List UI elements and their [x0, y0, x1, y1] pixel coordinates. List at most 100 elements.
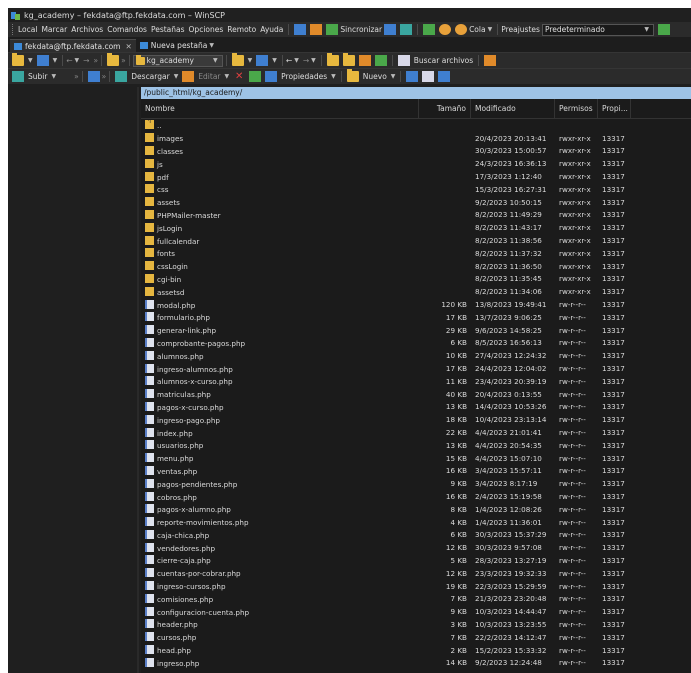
file-row[interactable]: cursos.php 7 KB 22/2/2023 14:12:47 rw-r--r-… — [141, 631, 691, 644]
file-row[interactable]: cgi-bin 8/2/2023 11:35:45 rwxr-xr-x 13317 — [141, 273, 691, 286]
compare-directories-icon[interactable] — [294, 24, 307, 35]
file-row[interactable]: cssLogin 8/2/2023 11:36:50 rwxr-xr-x 13317 — [141, 260, 691, 273]
chevron-down-icon[interactable]: ▼ — [331, 73, 336, 80]
remote-path-bar[interactable]: /public_html/kg_academy/ — [141, 87, 691, 99]
forward-icon[interactable]: → — [83, 56, 89, 65]
file-row[interactable]: ingreso-alumnos.php 17 KB 24/4/2023 12:04:… — [141, 362, 691, 375]
find-files-icon[interactable] — [397, 55, 410, 66]
remote-parent-directory-icon[interactable] — [326, 53, 339, 66]
local-folder-icon[interactable] — [12, 53, 24, 66]
chevron-down-icon[interactable]: ▼ — [174, 73, 179, 80]
file-row[interactable]: matriculas.php 40 KB 20/4/2023 0:13:55 rw-r… — [141, 388, 691, 401]
remote-filter-icon[interactable] — [256, 55, 269, 66]
chevron-down-icon[interactable]: ▼ — [311, 57, 316, 64]
column-header-size[interactable]: Tamaño — [419, 99, 471, 119]
open-directory-icon[interactable] — [231, 53, 244, 66]
file-row[interactable]: ingreso.php 14 KB 9/2/2023 12:24:48 rw-r--r… — [141, 656, 691, 669]
column-header-name[interactable]: Nombre — [141, 99, 419, 119]
refresh-icon[interactable] — [374, 55, 387, 66]
edit-button[interactable]: Editar — [198, 72, 220, 81]
file-row[interactable]: pdf 17/3/2023 1:12:40 rwxr-xr-x 13317 — [141, 170, 691, 183]
preferences-gear-icon[interactable] — [439, 24, 452, 35]
parent-directory-icon[interactable] — [107, 53, 120, 66]
file-row[interactable]: pagos-x-curso.php 13 KB 14/4/2023 10:53:26… — [141, 401, 691, 414]
menu-marcar[interactable]: Marcar — [39, 25, 69, 34]
home-icon[interactable] — [358, 55, 371, 66]
file-row[interactable]: cuentas-por-cobrar.php 12 KB 23/3/2023 19:… — [141, 567, 691, 580]
local-panel[interactable] — [8, 87, 139, 673]
file-row[interactable]: cobros.php 16 KB 2/4/2023 15:19:58 rw-r--r-… — [141, 490, 691, 503]
file-row[interactable]: ingreso-pago.php 18 KB 10/4/2023 23:13:14 r… — [141, 413, 691, 426]
more-icon[interactable]: » — [102, 72, 107, 81]
file-row[interactable]: comprobante-pagos.php 6 KB 8/5/2023 16:56:… — [141, 337, 691, 350]
file-row[interactable]: menu.php 15 KB 4/4/2023 15:07:10 rw-r--r-- 1… — [141, 452, 691, 465]
properties-button[interactable]: Propiedades — [281, 72, 327, 81]
remote-directory-select[interactable]: kg_academy ▼ — [132, 54, 223, 67]
menu-pestanas[interactable]: Pestañas — [149, 25, 187, 34]
file-row[interactable]: formulario.php 17 KB 13/7/2023 9:06:25 rw-r… — [141, 311, 691, 324]
file-row[interactable]: assetsd 8/2/2023 11:34:06 rwxr-xr-x 13317 — [141, 285, 691, 298]
tree-view-icon[interactable] — [484, 55, 497, 66]
console-icon[interactable] — [423, 24, 436, 35]
file-row[interactable]: images 20/4/2023 20:13:41 rwxr-xr-x 13317 — [141, 132, 691, 145]
chevron-down-icon[interactable]: ▼ — [225, 73, 230, 80]
new-button[interactable]: Nuevo — [363, 72, 387, 81]
tab-session-fekdata[interactable]: fekdata@ftp.fekdata.com ✕ — [10, 39, 136, 52]
file-row[interactable]: usuarios.php 13 KB 4/4/2023 20:54:35 rw-r--… — [141, 439, 691, 452]
file-row[interactable]: assets 9/2/2023 10:50:15 rwxr-xr-x 13317 — [141, 196, 691, 209]
queue-icon[interactable] — [455, 24, 468, 35]
more-icon[interactable]: » — [74, 72, 79, 81]
rename-icon[interactable] — [249, 71, 262, 82]
file-row[interactable]: modal.php 120 KB 13/8/2023 19:49:41 rw-r--r… — [141, 298, 691, 311]
deselect-icon[interactable] — [422, 71, 435, 82]
file-row[interactable]: alumnos-x-curso.php 11 KB 23/4/2023 20:39:… — [141, 375, 691, 388]
file-row[interactable]: ventas.php 16 KB 3/4/2023 15:57:11 rw-r--r-… — [141, 465, 691, 478]
menu-remoto[interactable]: Remoto — [225, 25, 258, 34]
remote-forward-icon[interactable]: → — [303, 56, 309, 65]
filter-icon[interactable] — [36, 55, 49, 66]
chevron-down-icon[interactable]: ▼ — [51, 73, 56, 80]
open-terminal-icon[interactable] — [400, 24, 413, 35]
tab-new-session[interactable]: Nueva pestaña ▼ — [136, 39, 220, 52]
transfer-preset-select[interactable]: Predeterminado ▼ — [541, 23, 654, 36]
chevron-down-icon[interactable]: ▼ — [53, 57, 58, 64]
chevron-down-icon[interactable]: ▼ — [272, 57, 277, 64]
chevron-down-icon[interactable]: ▼ — [209, 42, 214, 49]
download-icon[interactable] — [115, 71, 128, 82]
column-header-modified[interactable]: Modificado — [471, 99, 555, 119]
remote-file-list[interactable]: Nombre Tamaño Modificado Permisos Propi.… — [141, 99, 691, 673]
file-row[interactable]: cierre-caja.php 5 KB 28/3/2023 13:27:19 rw-… — [141, 554, 691, 567]
column-header-owner[interactable]: Propi... — [598, 99, 631, 119]
properties-icon[interactable] — [265, 71, 278, 82]
file-row[interactable]: PHPMailer-master 8/2/2023 11:49:29 rwxr-xr… — [141, 209, 691, 222]
synchronize-browsing-icon[interactable] — [310, 24, 323, 35]
synchronize-button[interactable]: Sincronizar — [340, 25, 382, 34]
file-row[interactable]: ingreso-cursos.php 19 KB 22/3/2023 15:29:5… — [141, 580, 691, 593]
remote-back-icon[interactable]: ← — [286, 56, 292, 65]
file-row[interactable]: fonts 8/2/2023 11:37:32 rwxr-xr-x 13317 — [141, 247, 691, 260]
upload-icon[interactable] — [12, 71, 24, 82]
file-row[interactable]: head.php 2 KB 15/2/2023 15:33:32 rw-r--r-- 1… — [141, 644, 691, 657]
chevron-down-icon[interactable]: ▼ — [28, 57, 33, 64]
file-row[interactable]: index.php 22 KB 4/4/2023 21:01:41 rw-r--r--… — [141, 426, 691, 439]
menu-comandos[interactable]: Comandos — [105, 25, 149, 34]
find-files-button[interactable]: Buscar archivos — [414, 56, 473, 65]
more-icon[interactable]: » — [93, 56, 98, 65]
menu-archivos[interactable]: Archivos — [69, 25, 105, 34]
queue-dropdown-arrow-icon[interactable]: ▼ — [488, 26, 493, 33]
file-row[interactable]: js 24/3/2023 16:36:13 rwxr-xr-x 13317 — [141, 157, 691, 170]
file-row[interactable]: comisiones.php 7 KB 21/3/2023 23:20:48 rw-r… — [141, 592, 691, 605]
menu-ayuda[interactable]: Ayuda — [258, 25, 285, 34]
new-local-icon[interactable] — [87, 71, 100, 82]
keep-remote-up-to-date-icon[interactable] — [384, 24, 397, 35]
menu-local[interactable]: Local — [16, 25, 39, 34]
file-row[interactable]: .. — [141, 119, 691, 132]
download-button[interactable]: Descargar — [131, 72, 169, 81]
synchronize-icon[interactable] — [326, 24, 339, 35]
menu-opciones[interactable]: Opciones — [187, 25, 226, 34]
queue-button[interactable]: Cola — [469, 25, 486, 34]
more-icon[interactable]: » — [121, 56, 126, 65]
select-all-icon[interactable] — [406, 71, 419, 82]
file-row[interactable]: fullcalendar 8/2/2023 11:38:56 rwxr-xr-x 13… — [141, 234, 691, 247]
chevron-down-icon[interactable]: ▼ — [75, 57, 80, 64]
